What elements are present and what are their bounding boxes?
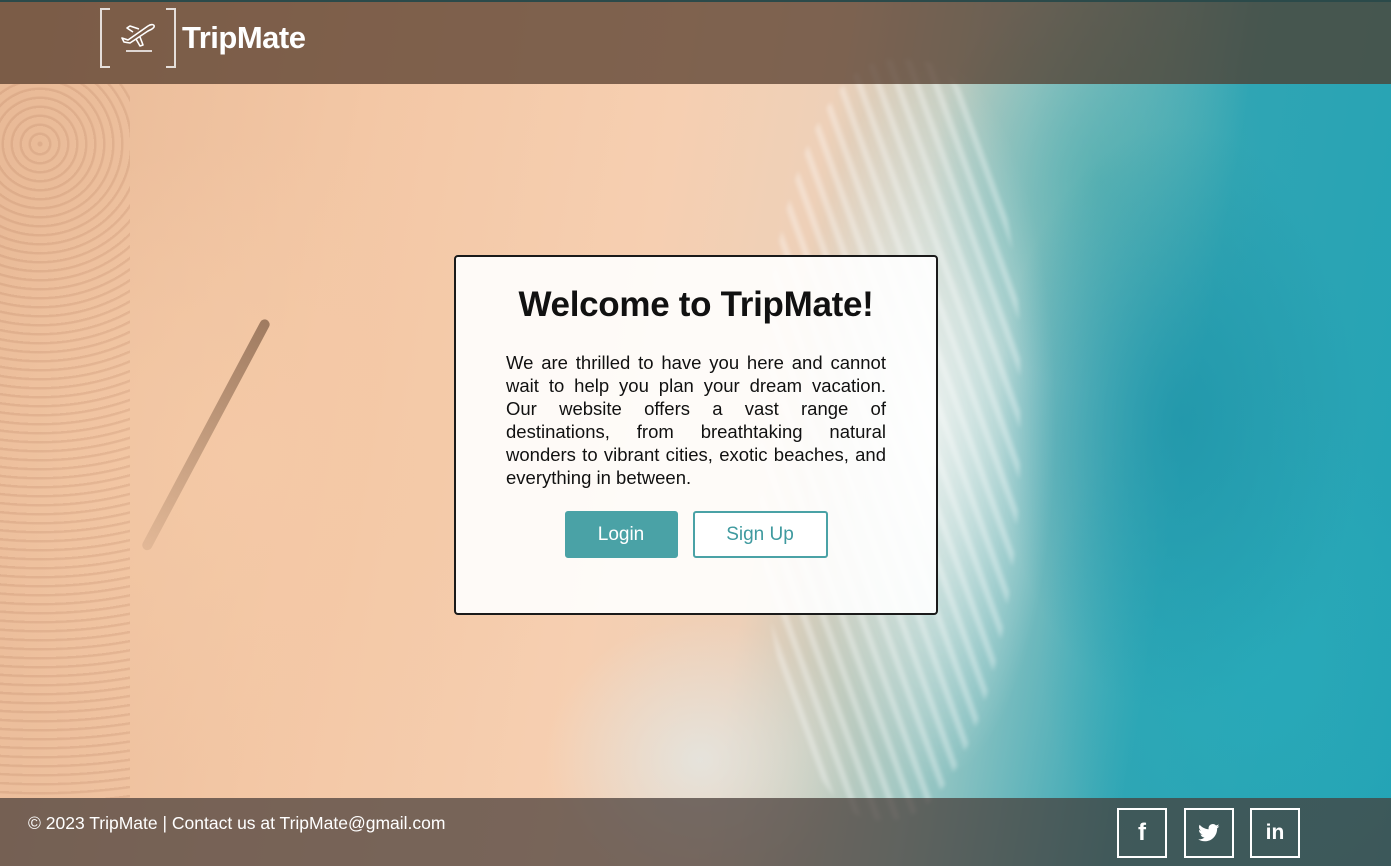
- signup-button[interactable]: Sign Up: [692, 511, 828, 558]
- twitter-link[interactable]: [1184, 808, 1234, 858]
- airplane-icon: [121, 23, 155, 52]
- logo-frame: [100, 8, 176, 68]
- linkedin-link[interactable]: in: [1250, 808, 1300, 858]
- brand-name: TripMate: [182, 20, 306, 55]
- landing-page: TripMate Welcome to TripMate! We are thr…: [0, 0, 1391, 866]
- welcome-card: Welcome to TripMate! We are thrilled to …: [454, 255, 938, 615]
- brand-logo[interactable]: TripMate: [100, 8, 306, 68]
- footer-copyright: © 2023 TripMate | Contact us at TripMate…: [28, 813, 446, 833]
- welcome-title: Welcome to TripMate!: [518, 285, 874, 324]
- auth-buttons: Login Sign Up: [506, 511, 886, 558]
- background-person-shadow: [140, 317, 272, 552]
- facebook-link[interactable]: f: [1117, 808, 1167, 858]
- background-sand: [0, 84, 130, 798]
- facebook-icon: f: [1138, 819, 1146, 846]
- welcome-message: We are thrilled to have you here and can…: [506, 352, 886, 488]
- login-button[interactable]: Login: [564, 511, 678, 558]
- linkedin-icon: in: [1265, 821, 1285, 844]
- site-header: TripMate: [0, 0, 1391, 84]
- twitter-icon: [1198, 824, 1220, 842]
- site-footer: © 2023 TripMate | Contact us at TripMate…: [0, 798, 1391, 866]
